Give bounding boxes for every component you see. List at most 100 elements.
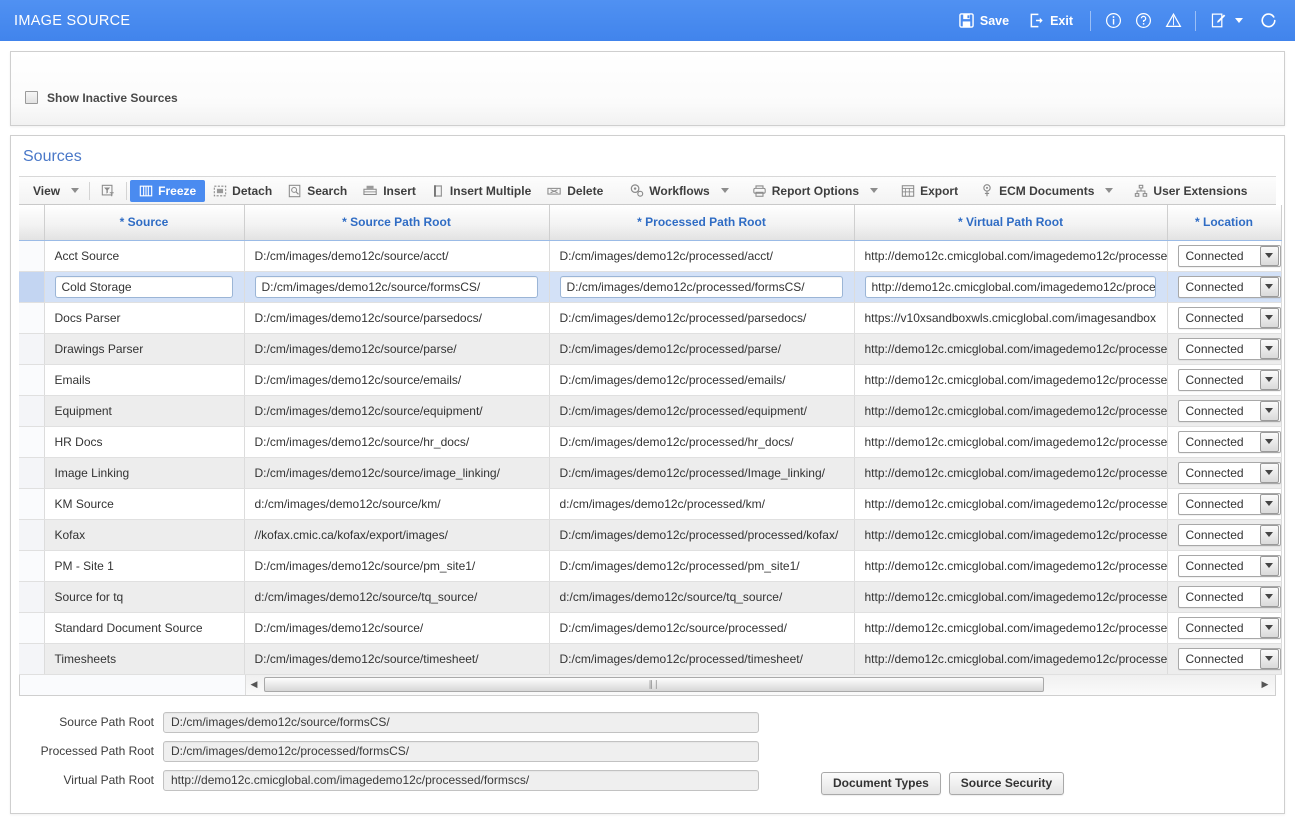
cell-processed-path-root[interactable]: D:/cm/images/demo12c/processed/emails/: [549, 364, 855, 396]
cell-source[interactable]: HR Docs: [44, 426, 245, 458]
chevron-down-icon[interactable]: [1259, 617, 1279, 638]
chevron-down-icon[interactable]: [1259, 462, 1279, 483]
save-button[interactable]: Save: [949, 9, 1019, 32]
location-select[interactable]: Connected: [1177, 616, 1280, 639]
table-row[interactable]: Emails D:/cm/images/demo12c/source/emails…: [19, 364, 1282, 396]
cell-virtual-path-root[interactable]: http://demo12c.cmicglobal.com/imagedemo1…: [854, 519, 1168, 551]
column-header-source-path-root[interactable]: * Source Path Root: [244, 205, 550, 241]
cell-source-path-root[interactable]: D:/cm/images/demo12c/source/formsCS/: [244, 271, 550, 303]
cell-source[interactable]: Equipment: [44, 395, 245, 427]
row-selector-cell[interactable]: [19, 395, 45, 427]
cell-source[interactable]: Kofax: [44, 519, 245, 551]
chevron-down-icon[interactable]: [1259, 493, 1279, 514]
location-select[interactable]: Connected: [1177, 585, 1280, 608]
cell-processed-path-root[interactable]: D:/cm/images/demo12c/processed/hr_docs/: [549, 426, 855, 458]
chevron-down-icon[interactable]: [1259, 245, 1279, 266]
chevron-down-icon[interactable]: [1259, 307, 1279, 328]
cell-source-path-root[interactable]: D:/cm/images/demo12c/source/hr_docs/: [244, 426, 550, 458]
cell-location[interactable]: Connected: [1167, 271, 1282, 303]
cell-location[interactable]: Connected: [1167, 581, 1282, 613]
table-row[interactable]: Standard Document Source D:/cm/images/dem…: [19, 612, 1282, 644]
row-selector-cell[interactable]: [19, 457, 45, 489]
user-extensions-button[interactable]: User Extensions: [1126, 181, 1255, 201]
location-select[interactable]: Connected: [1177, 430, 1280, 453]
location-select[interactable]: Connected: [1177, 523, 1280, 546]
chevron-down-icon[interactable]: [1259, 431, 1279, 452]
chevron-down-icon[interactable]: [1259, 338, 1279, 359]
row-selector-cell[interactable]: [19, 333, 45, 365]
table-row[interactable]: Kofax//kofax.cmic.ca/kofax/export/images…: [19, 519, 1282, 551]
cell-source-path-root[interactable]: d:/cm/images/demo12c/source/km/: [244, 488, 550, 520]
workflows-chevron-down-icon[interactable]: [720, 188, 729, 193]
row-selector-cell[interactable]: [19, 612, 45, 644]
cell-source-path-root[interactable]: D:/cm/images/demo12c/source/: [244, 612, 550, 644]
help-icon[interactable]: [1128, 8, 1158, 34]
cell-source-path-root[interactable]: D:/cm/images/demo12c/source/emails/: [244, 364, 550, 396]
location-select[interactable]: Connected: [1177, 368, 1280, 391]
cell-virtual-path-root[interactable]: https://v10xsandboxwls.cmicglobal.com/im…: [854, 302, 1168, 334]
cell-virtual-path-root[interactable]: http://demo12c.cmicglobal.com/imagedemo1…: [854, 426, 1168, 458]
chevron-down-icon[interactable]: [1259, 400, 1279, 421]
cell-source-path-root[interactable]: D:/cm/images/demo12c/source/parsedocs/: [244, 302, 550, 334]
chevron-down-icon[interactable]: [1259, 524, 1279, 545]
cell-location[interactable]: Connected: [1167, 302, 1282, 334]
cell-virtual-path-root[interactable]: http://demo12c.cmicglobal.com/imagedemo1…: [854, 457, 1168, 489]
cell-virtual-path-root[interactable]: http://demo12c.cmicglobal.com/imagedemo1…: [854, 333, 1168, 365]
chevron-down-icon[interactable]: [1259, 648, 1279, 669]
cell-source-path-root[interactable]: d:/cm/images/demo12c/source/tq_source/: [244, 581, 550, 613]
location-select[interactable]: Connected: [1177, 461, 1280, 484]
table-row[interactable]: HR Docs D:/cm/images/demo12c/source/hr_do…: [19, 426, 1282, 458]
scrollbar-thumb[interactable]: ∥∣: [264, 677, 1044, 692]
cell-source-path-root-input[interactable]: D:/cm/images/demo12c/source/formsCS/: [254, 275, 538, 298]
table-row[interactable]: KM Source d:/cm/images/demo12c/source/km/…: [19, 488, 1282, 520]
cell-processed-path-root[interactable]: D:/cm/images/demo12c/source/processed/: [549, 612, 855, 644]
cell-processed-path-root[interactable]: D:/cm/images/demo12c/processed/acct/: [549, 240, 855, 272]
cell-source-path-root[interactable]: D:/cm/images/demo12c/source/timesheet/: [244, 643, 550, 675]
row-selector-cell[interactable]: [19, 426, 45, 458]
cell-source[interactable]: Cold Storage: [44, 271, 245, 303]
column-header-processed-path-root[interactable]: * Processed Path Root: [549, 205, 855, 241]
cell-location[interactable]: Connected: [1167, 333, 1282, 365]
column-header-location[interactable]: * Location: [1167, 205, 1282, 241]
cell-location[interactable]: Connected: [1167, 519, 1282, 551]
cell-processed-path-root[interactable]: D:/cm/images/demo12c/processed/parsedocs…: [549, 302, 855, 334]
table-row[interactable]: Image Linking D:/cm/images/demo12c/source…: [19, 457, 1282, 489]
cell-processed-path-root[interactable]: D:/cm/images/demo12c/processed/formsCS/: [549, 271, 855, 303]
cell-virtual-path-root[interactable]: http://demo12c.cmicglobal.com/imagedemo1…: [854, 271, 1168, 303]
cell-location[interactable]: Connected: [1167, 612, 1282, 644]
edit-note-icon[interactable]: [1203, 8, 1233, 34]
location-select[interactable]: Connected: [1177, 399, 1280, 422]
cell-source-path-root[interactable]: D:/cm/images/demo12c/source/equipment/: [244, 395, 550, 427]
export-button[interactable]: Export: [893, 181, 966, 201]
chevron-down-icon[interactable]: [1259, 555, 1279, 576]
cell-source[interactable]: Timesheets: [44, 643, 245, 675]
view-chevron-down-icon[interactable]: [71, 188, 80, 193]
report-options-button[interactable]: Report Options: [744, 181, 867, 201]
cell-source[interactable]: Source for tq: [44, 581, 245, 613]
cell-virtual-path-root[interactable]: http://demo12c.cmicglobal.com/imagedemo1…: [854, 395, 1168, 427]
location-select[interactable]: Connected: [1177, 244, 1280, 267]
cell-source-path-root[interactable]: D:/cm/images/demo12c/source/image_linkin…: [244, 457, 550, 489]
row-selector-cell[interactable]: [19, 581, 45, 613]
cell-source[interactable]: Standard Document Source: [44, 612, 245, 644]
row-selector-cell[interactable]: [19, 488, 45, 520]
warning-icon[interactable]: [1158, 8, 1188, 34]
cell-processed-path-root-input[interactable]: D:/cm/images/demo12c/processed/formsCS/: [559, 275, 843, 298]
chevron-down-icon[interactable]: [1235, 18, 1243, 23]
source-path-root-input[interactable]: D:/cm/images/demo12c/source/formsCS/: [163, 711, 759, 733]
refresh-icon[interactable]: [1253, 8, 1283, 34]
scroll-left-arrow-icon[interactable]: ◀: [246, 679, 262, 690]
cell-virtual-path-root[interactable]: http://demo12c.cmicglobal.com/imagedemo1…: [854, 240, 1168, 272]
location-select[interactable]: Connected: [1177, 337, 1280, 360]
virtual-path-root-input[interactable]: http://demo12c.cmicglobal.com/imagedemo1…: [163, 769, 759, 791]
cell-source[interactable]: Docs Parser: [44, 302, 245, 334]
cell-location[interactable]: Connected: [1167, 240, 1282, 272]
row-selector-cell[interactable]: [19, 643, 45, 675]
cell-virtual-path-root[interactable]: http://demo12c.cmicglobal.com/imagedemo1…: [854, 612, 1168, 644]
cell-virtual-path-root-input[interactable]: http://demo12c.cmicglobal.com/imagedemo1…: [864, 275, 1156, 298]
grid-horizontal-scrollbar[interactable]: ◀ ∥∣ ▶: [19, 674, 1276, 696]
cell-virtual-path-root[interactable]: http://demo12c.cmicglobal.com/imagedemo1…: [854, 581, 1168, 613]
cell-source-path-root[interactable]: D:/cm/images/demo12c/source/pm_site1/: [244, 550, 550, 582]
cell-location[interactable]: Connected: [1167, 364, 1282, 396]
cell-location[interactable]: Connected: [1167, 643, 1282, 675]
